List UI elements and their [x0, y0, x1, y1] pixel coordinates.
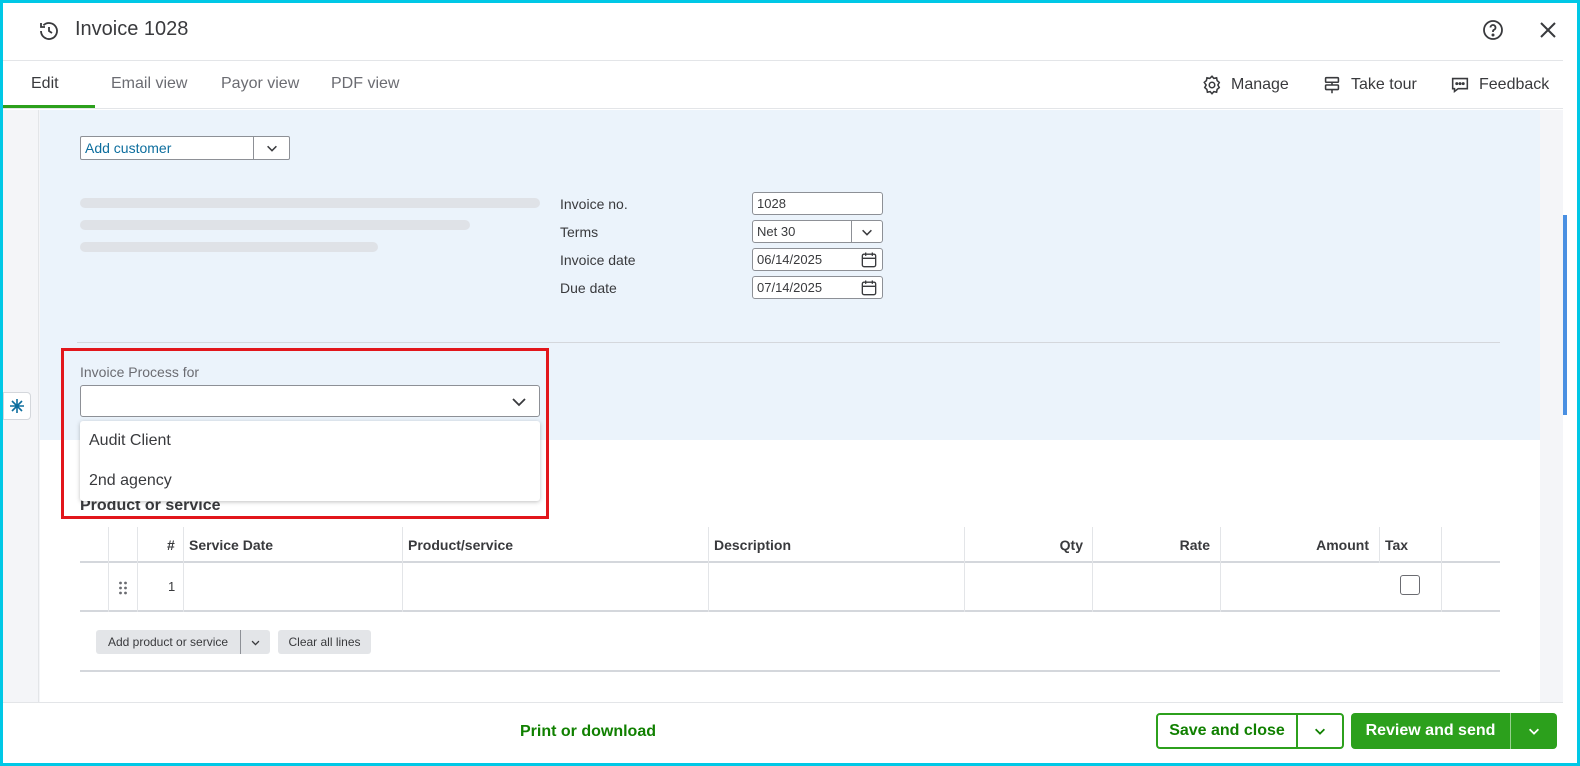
chevron-down-icon: [512, 398, 526, 407]
col-header-tax: Tax: [1385, 537, 1409, 553]
chevron-down-icon: [251, 640, 260, 645]
take-tour-label: Take tour: [1351, 76, 1417, 93]
col-header-qty: Qty: [1059, 537, 1083, 553]
drag-handle-icon[interactable]: [118, 580, 128, 596]
terms-select[interactable]: Net 30: [752, 220, 883, 243]
invoice-date-label: Invoice date: [560, 252, 636, 268]
feedback-label: Feedback: [1479, 76, 1550, 93]
tax-checkbox[interactable]: [1400, 575, 1420, 595]
feedback-button[interactable]: Feedback: [1449, 72, 1549, 98]
invoice-header-panel: Add customer Invoice no. 1028 Terms Net …: [40, 110, 1540, 440]
sparkle-icon: [10, 399, 24, 413]
dropdown-option-2nd-agency[interactable]: 2nd agency: [89, 472, 172, 490]
due-date-value: 07/14/2025: [757, 280, 823, 295]
col-header-amount: Amount: [1316, 537, 1369, 553]
due-date-input[interactable]: 07/14/2025: [752, 276, 883, 299]
scrollbar-thumb[interactable]: [1563, 215, 1567, 415]
invoice-form-area: Add customer Invoice no. 1028 Terms Net …: [3, 110, 1563, 702]
tab-payor-view[interactable]: Payor view: [221, 62, 299, 108]
view-tabs: Edit Email view Payor view PDF view Mana…: [3, 62, 1563, 109]
table-header-row: # Service Date Product/service Descripti…: [80, 527, 1500, 563]
terms-dropdown-button[interactable]: [851, 221, 882, 242]
close-icon[interactable]: [1536, 18, 1560, 42]
table-row[interactable]: 1: [80, 563, 1500, 612]
loading-placeholder-line: [80, 198, 540, 208]
side-panel-toggle[interactable]: [3, 392, 31, 420]
page-title: Invoice 1028: [75, 18, 189, 40]
calendar-icon[interactable]: [858, 278, 880, 298]
col-header-num: #: [167, 537, 175, 553]
due-date-label: Due date: [560, 280, 617, 296]
invoice-date-input[interactable]: 06/14/2025: [752, 248, 883, 271]
print-or-download-link[interactable]: Print or download: [520, 723, 656, 741]
section-divider: [80, 670, 1500, 672]
col-header-service-date: Service Date: [189, 537, 274, 553]
footer-bar: Print or download Save and close Review …: [3, 702, 1563, 760]
send-options-dropdown-button[interactable]: [1511, 713, 1557, 749]
add-product-button[interactable]: Add product or service: [96, 630, 241, 654]
loading-placeholder-line: [80, 220, 470, 230]
col-header-product: Product/service: [408, 537, 514, 553]
save-options-dropdown-button[interactable]: [1298, 715, 1342, 747]
chat-bubble-icon: [1451, 77, 1469, 93]
gear-icon: [1203, 75, 1221, 95]
col-header-rate: Rate: [1179, 537, 1210, 553]
invoice-panel: Add customer Invoice no. 1028 Terms Net …: [40, 110, 1540, 702]
manage-button[interactable]: Manage: [1201, 72, 1289, 98]
take-tour-button[interactable]: Take tour: [1321, 72, 1417, 98]
customer-select[interactable]: Add customer: [80, 136, 290, 160]
invoice-no-label: Invoice no.: [560, 196, 628, 212]
add-product-button-group: Add product or service: [96, 630, 270, 654]
invoice-process-label: Invoice Process for: [80, 364, 200, 380]
row-number: 1: [168, 579, 176, 594]
tab-email-view[interactable]: Email view: [111, 62, 187, 108]
tab-edit[interactable]: Edit: [3, 62, 95, 108]
chevron-down-icon: [266, 145, 277, 152]
add-product-dropdown-button[interactable]: [241, 630, 270, 654]
chevron-down-icon: [862, 229, 872, 236]
dropdown-option-audit-client[interactable]: Audit Client: [89, 432, 171, 450]
history-icon[interactable]: [37, 19, 61, 43]
calendar-icon[interactable]: [858, 250, 880, 270]
save-and-close-button-group: Save and close: [1156, 713, 1344, 749]
manage-label: Manage: [1231, 76, 1289, 93]
tab-pdf-view[interactable]: PDF view: [331, 62, 399, 108]
chevron-down-icon: [1529, 728, 1539, 735]
chevron-down-icon: [1315, 728, 1325, 735]
terms-label: Terms: [560, 224, 599, 240]
invoice-process-select[interactable]: [80, 385, 540, 417]
customer-placeholder: Add customer: [85, 140, 172, 156]
section-divider: [77, 342, 1500, 343]
clear-all-lines-button[interactable]: Clear all lines: [278, 630, 371, 654]
invoice-no-value: 1028: [757, 196, 786, 211]
loading-placeholder-line: [80, 242, 378, 252]
review-and-send-button-group: Review and send: [1351, 713, 1557, 749]
col-header-description: Description: [714, 537, 792, 553]
invoice-no-input[interactable]: 1028: [752, 192, 883, 215]
review-and-send-button[interactable]: Review and send: [1351, 713, 1511, 749]
help-icon[interactable]: [1481, 18, 1505, 42]
invoice-date-value: 06/14/2025: [757, 252, 823, 267]
customer-dropdown-button[interactable]: [253, 137, 289, 159]
save-and-close-button[interactable]: Save and close: [1158, 715, 1298, 747]
title-bar: Invoice 1028: [3, 3, 1563, 61]
signpost-icon: [1324, 76, 1340, 94]
terms-value: Net 30: [757, 224, 796, 239]
invoice-process-dropdown: Audit Client 2nd agency: [80, 421, 540, 501]
